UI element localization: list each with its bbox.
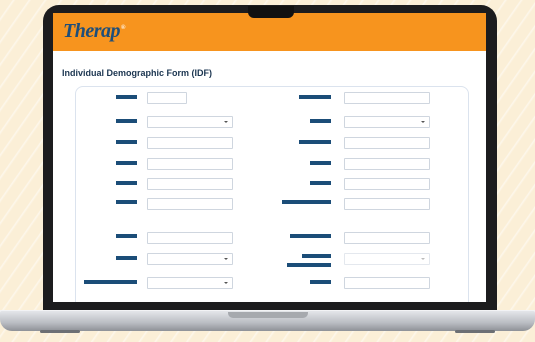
laptop-opening-notch xyxy=(228,312,308,318)
text-field[interactable] xyxy=(147,137,233,149)
laptop-screen: Therap® Individual Demographic Form (IDF… xyxy=(53,13,486,302)
text-field[interactable] xyxy=(344,92,430,104)
chevron-down-icon xyxy=(224,258,228,260)
chevron-down-icon xyxy=(224,282,228,284)
field-label xyxy=(116,140,137,144)
field-label xyxy=(116,200,137,204)
field-label xyxy=(299,140,331,144)
dropdown-select[interactable] xyxy=(147,277,233,289)
field-label xyxy=(310,181,331,185)
field-label xyxy=(302,254,331,258)
text-field[interactable] xyxy=(147,198,233,210)
text-field[interactable] xyxy=(147,158,233,170)
text-field[interactable] xyxy=(344,277,430,289)
dropdown-select[interactable] xyxy=(147,253,233,265)
text-field[interactable] xyxy=(147,232,233,244)
field-label xyxy=(84,280,137,284)
dropdown-select[interactable] xyxy=(147,116,233,128)
app-header: Therap® xyxy=(53,13,486,51)
field-label xyxy=(299,95,331,99)
laptop-foot-right xyxy=(455,330,495,333)
text-field[interactable] xyxy=(344,178,430,190)
text-field[interactable] xyxy=(344,137,430,149)
therap-logo[interactable]: Therap® xyxy=(63,20,125,43)
text-field[interactable] xyxy=(344,198,430,210)
text-field[interactable] xyxy=(147,92,187,104)
field-label xyxy=(290,234,331,238)
camera-notch xyxy=(248,6,294,18)
dropdown-select[interactable] xyxy=(344,253,430,265)
page-title: Individual Demographic Form (IDF) xyxy=(62,68,213,78)
text-field[interactable] xyxy=(147,178,233,190)
dropdown-select[interactable] xyxy=(344,116,430,128)
field-label xyxy=(282,200,331,204)
field-label xyxy=(116,95,137,99)
field-label xyxy=(310,119,331,123)
field-label xyxy=(116,234,137,238)
field-label xyxy=(116,181,137,185)
field-label xyxy=(310,280,331,284)
text-field[interactable] xyxy=(344,158,430,170)
field-label xyxy=(287,263,331,267)
field-label xyxy=(116,119,137,123)
text-field[interactable] xyxy=(344,232,430,244)
field-label xyxy=(116,256,137,260)
chevron-down-icon xyxy=(421,121,425,123)
field-label xyxy=(310,161,331,165)
chevron-down-icon xyxy=(421,258,425,260)
field-label xyxy=(116,161,137,165)
chevron-down-icon xyxy=(224,121,228,123)
laptop-foot-left xyxy=(40,330,80,333)
